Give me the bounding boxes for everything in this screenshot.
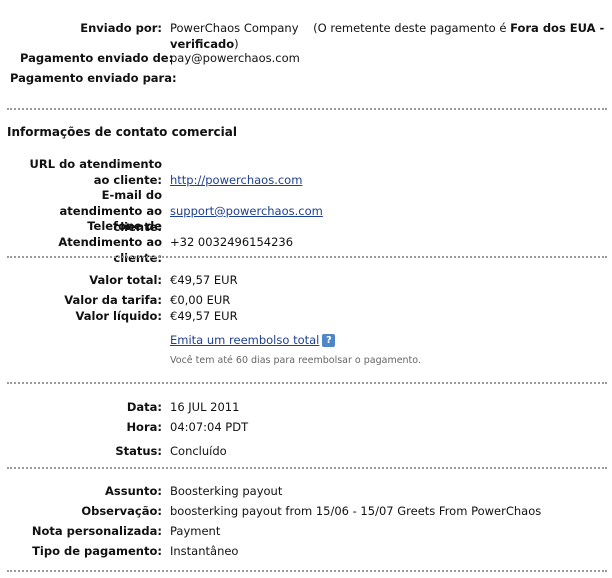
help-icon[interactable]: ?: [322, 334, 336, 347]
observation-value: boosterking payout from 15/06 - 15/07 Gr…: [170, 504, 542, 518]
divider: [7, 382, 607, 384]
observation-label: Observação:: [81, 504, 162, 518]
subject-label: Assunto:: [105, 484, 162, 498]
custom-note-label: Nota personalizada:: [31, 524, 162, 538]
divider: [7, 256, 607, 258]
time-value: 04:07:04 PDT: [170, 420, 249, 434]
support-phone-label: Telefone de Atendimento ao cliente:: [58, 219, 162, 265]
time-label: Hora:: [126, 420, 162, 434]
refund-note: Você tem até 60 dias para reembolsar o p…: [170, 355, 421, 366]
date-label: Data:: [126, 400, 162, 414]
divider: [7, 108, 607, 110]
divider: [7, 467, 607, 469]
support-url-link[interactable]: http://powerchaos.com: [170, 172, 302, 188]
fee-value: €0,00 EUR: [170, 293, 231, 307]
support-email-link[interactable]: support@powerchaos.com: [170, 203, 323, 219]
status-value: Concluído: [170, 444, 227, 458]
total-label: Valor total:: [89, 273, 162, 287]
support-phone-value: +32 0032496154236: [170, 235, 294, 249]
sender-note-suffix: ): [234, 37, 239, 51]
payment-type-label: Tipo de pagamento:: [32, 544, 162, 558]
payment-type-value: Instantâneo: [170, 544, 239, 558]
net-value: €49,57 EUR: [170, 309, 238, 323]
contact-section-title: Informações de contato comercial: [7, 125, 237, 139]
sender-info: PowerChaos Company (O remetente deste pa…: [170, 20, 606, 52]
total-value: €49,57 EUR: [170, 273, 238, 287]
sender-note-prefix: (O remetente deste pagamento é: [313, 21, 507, 35]
net-label: Valor líquido:: [75, 309, 162, 323]
divider: [7, 570, 607, 572]
sender-name: PowerChaos Company: [170, 21, 299, 35]
fee-label: Valor da tarifa:: [64, 293, 162, 307]
refund-action[interactable]: Emita um reembolso total?: [170, 332, 336, 348]
refund-link[interactable]: Emita um reembolso total: [170, 333, 319, 347]
payment-sent-to-label: Pagamento enviado para:: [10, 71, 177, 85]
sent-by-label: Enviado por:: [80, 21, 162, 35]
payment-details-page: Enviado por: PowerChaos Company (O remet…: [0, 0, 612, 578]
date-value: 16 JUL 2011: [170, 400, 240, 414]
support-email-value[interactable]: support@powerchaos.com: [170, 204, 323, 218]
support-url-value[interactable]: http://powerchaos.com: [170, 173, 302, 187]
payment-sent-from-label: Pagamento enviado de:: [20, 51, 174, 65]
payment-sent-from-value: pay@powerchaos.com: [170, 51, 300, 65]
support-url-label: URL do atendimento ao cliente:: [29, 157, 162, 187]
status-label: Status:: [115, 444, 162, 458]
subject-value: Boosterking payout: [170, 484, 283, 498]
custom-note-value: Payment: [170, 524, 221, 538]
